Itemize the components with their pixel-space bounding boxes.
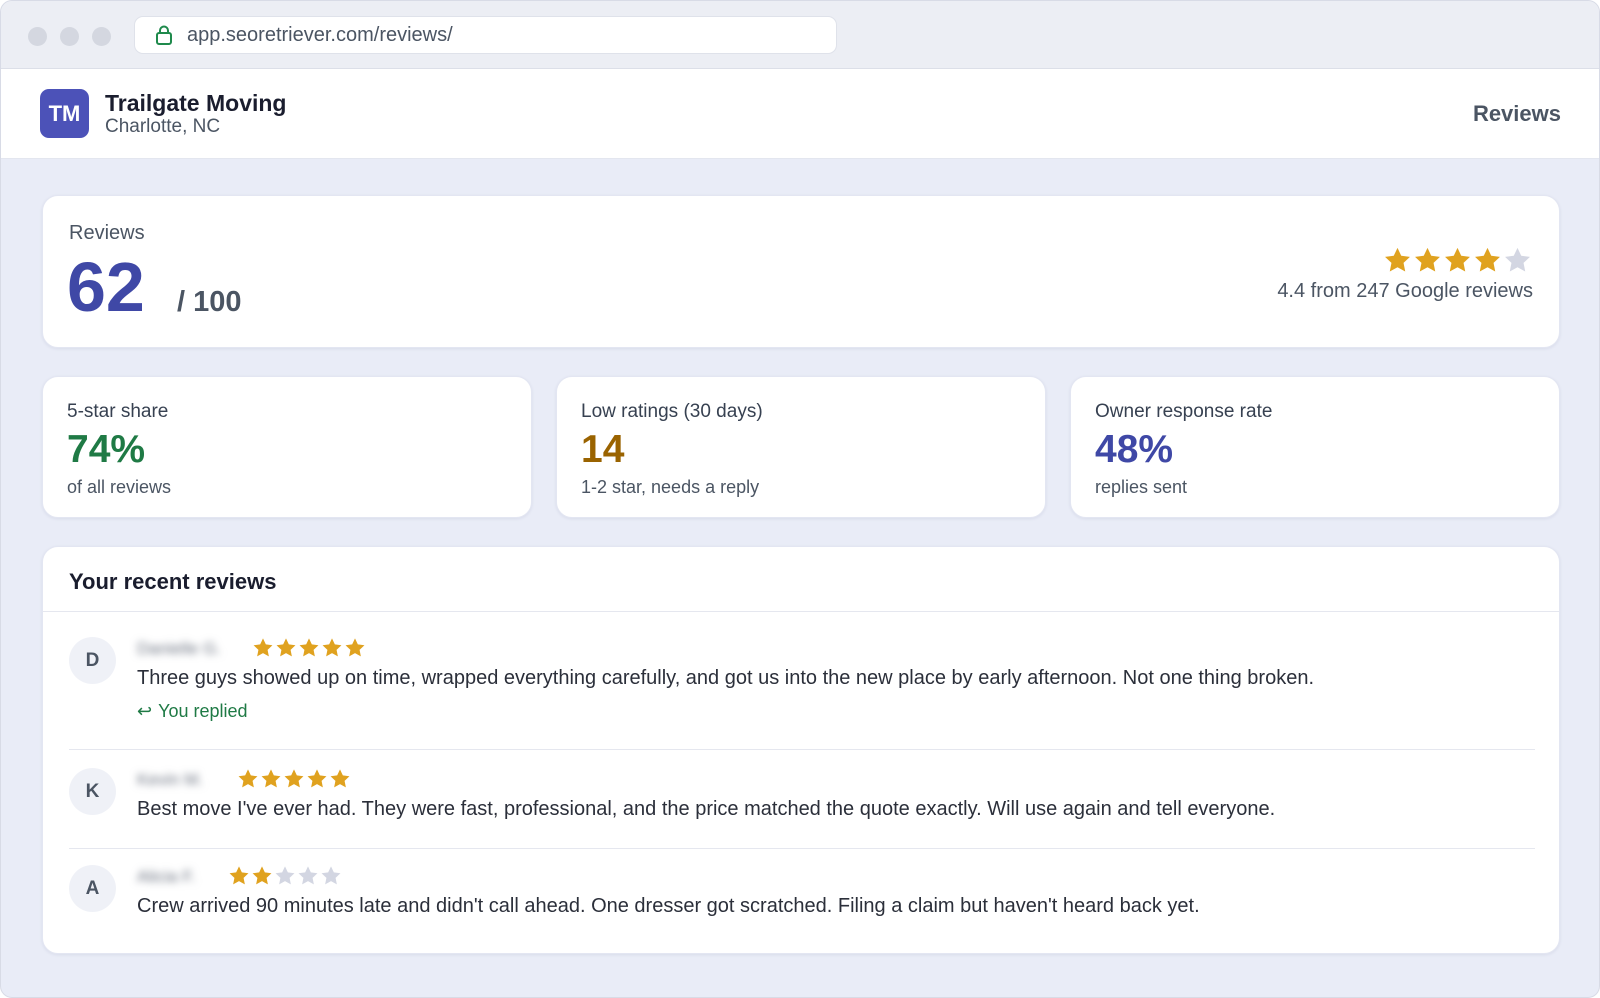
business-location: Charlotte, NC bbox=[105, 116, 221, 137]
rating-summary: 4.4 from 247 Google reviews bbox=[1277, 280, 1533, 302]
metric-title: Owner response rate bbox=[1095, 401, 1273, 422]
address-bar[interactable]: app.seoretriever.com/reviews/ bbox=[134, 16, 837, 54]
star-icon bbox=[261, 769, 281, 788]
overall-star-rating bbox=[1383, 246, 1533, 275]
window-maximize-dot[interactable] bbox=[92, 27, 111, 46]
review-item[interactable]: K Kevin M. Best move I've ever had. They… bbox=[69, 768, 1535, 866]
star-icon bbox=[229, 866, 249, 885]
lock-icon bbox=[156, 25, 172, 45]
replied-indicator[interactable]: ↩ You replied bbox=[137, 701, 248, 722]
reviewer-avatar: A bbox=[69, 865, 116, 912]
reviewer-avatar: K bbox=[69, 768, 116, 815]
review-text: Crew arrived 90 minutes late and didn't … bbox=[137, 895, 1200, 917]
star-icon bbox=[253, 638, 273, 657]
review-text: Best move I've ever had. They were fast,… bbox=[137, 798, 1276, 820]
star-icon bbox=[307, 769, 327, 788]
business-avatar: TM bbox=[40, 89, 89, 138]
metric-value: 14 bbox=[581, 428, 625, 471]
review-score-card: Reviews 62 / 100 4.4 from 247 Google rev… bbox=[42, 195, 1560, 348]
reviewer-name: Alicia F. bbox=[137, 867, 196, 886]
star-icon bbox=[276, 638, 296, 657]
star-icon bbox=[322, 638, 342, 657]
review-star-rating bbox=[228, 865, 343, 887]
review-text: Three guys showed up on time, wrapped ev… bbox=[137, 667, 1315, 689]
review-item[interactable]: A Alicia F. Crew arrived 90 minutes late… bbox=[69, 865, 1535, 943]
metric-title: 5-star share bbox=[67, 401, 169, 422]
browser-window: app.seoretriever.com/reviews/ TM Trailga… bbox=[0, 0, 1600, 998]
business-name: Trailgate Moving bbox=[105, 90, 287, 116]
star-icon bbox=[321, 866, 341, 885]
star-icon bbox=[1415, 247, 1440, 272]
star-icon bbox=[1445, 247, 1470, 272]
replied-label: You replied bbox=[158, 701, 248, 721]
metric-value: 74% bbox=[67, 428, 146, 471]
recent-reviews-title: Your recent reviews bbox=[69, 569, 277, 594]
metric-five-star-share: 5-star share 74% of all reviews bbox=[42, 376, 532, 518]
star-icon bbox=[252, 866, 272, 885]
app-header: TM Trailgate Moving Charlotte, NC Review… bbox=[1, 69, 1599, 159]
metric-value: 48% bbox=[1095, 428, 1174, 471]
star-icon bbox=[1385, 247, 1410, 272]
star-icon bbox=[330, 769, 350, 788]
star-icon bbox=[345, 638, 365, 657]
review-star-rating bbox=[237, 768, 352, 790]
review-star-rating bbox=[252, 637, 367, 659]
score-out-of: / 100 bbox=[177, 286, 242, 318]
metric-low-ratings: Low ratings (30 days) 14 1-2 star, needs… bbox=[556, 376, 1046, 518]
url-text: app.seoretriever.com/reviews/ bbox=[187, 23, 453, 46]
nav-reviews-link[interactable]: Reviews bbox=[1473, 101, 1561, 127]
divider bbox=[69, 848, 1535, 849]
star-icon bbox=[299, 638, 319, 657]
score-label: Reviews bbox=[69, 222, 145, 244]
star-icon bbox=[238, 769, 258, 788]
metric-subtext: of all reviews bbox=[67, 477, 172, 497]
star-icon bbox=[298, 866, 318, 885]
star-icon bbox=[1505, 247, 1530, 272]
metric-subtext: replies sent bbox=[1095, 477, 1188, 497]
window-minimize-dot[interactable] bbox=[60, 27, 79, 46]
recent-reviews-card: Your recent reviews D Danielle G. Three … bbox=[42, 546, 1560, 954]
browser-chrome: app.seoretriever.com/reviews/ bbox=[1, 1, 1599, 69]
metric-title: Low ratings (30 days) bbox=[581, 401, 763, 422]
window-close-dot[interactable] bbox=[28, 27, 47, 46]
reviewer-name: Kevin M. bbox=[137, 770, 204, 789]
star-icon bbox=[275, 866, 295, 885]
reply-arrow-icon: ↩ bbox=[137, 701, 153, 721]
reviewer-name: Danielle G. bbox=[137, 639, 222, 658]
star-icon bbox=[284, 769, 304, 788]
review-item[interactable]: D Danielle G. Three guys showed up on ti… bbox=[69, 637, 1535, 756]
star-icon bbox=[1475, 247, 1500, 272]
reviewer-avatar: D bbox=[69, 637, 116, 684]
metric-subtext: 1-2 star, needs a reply bbox=[581, 477, 760, 497]
metric-owner-response-rate: Owner response rate 48% replies sent bbox=[1070, 376, 1560, 518]
divider bbox=[69, 749, 1535, 750]
divider bbox=[43, 611, 1559, 612]
score-value: 62 bbox=[67, 248, 145, 326]
